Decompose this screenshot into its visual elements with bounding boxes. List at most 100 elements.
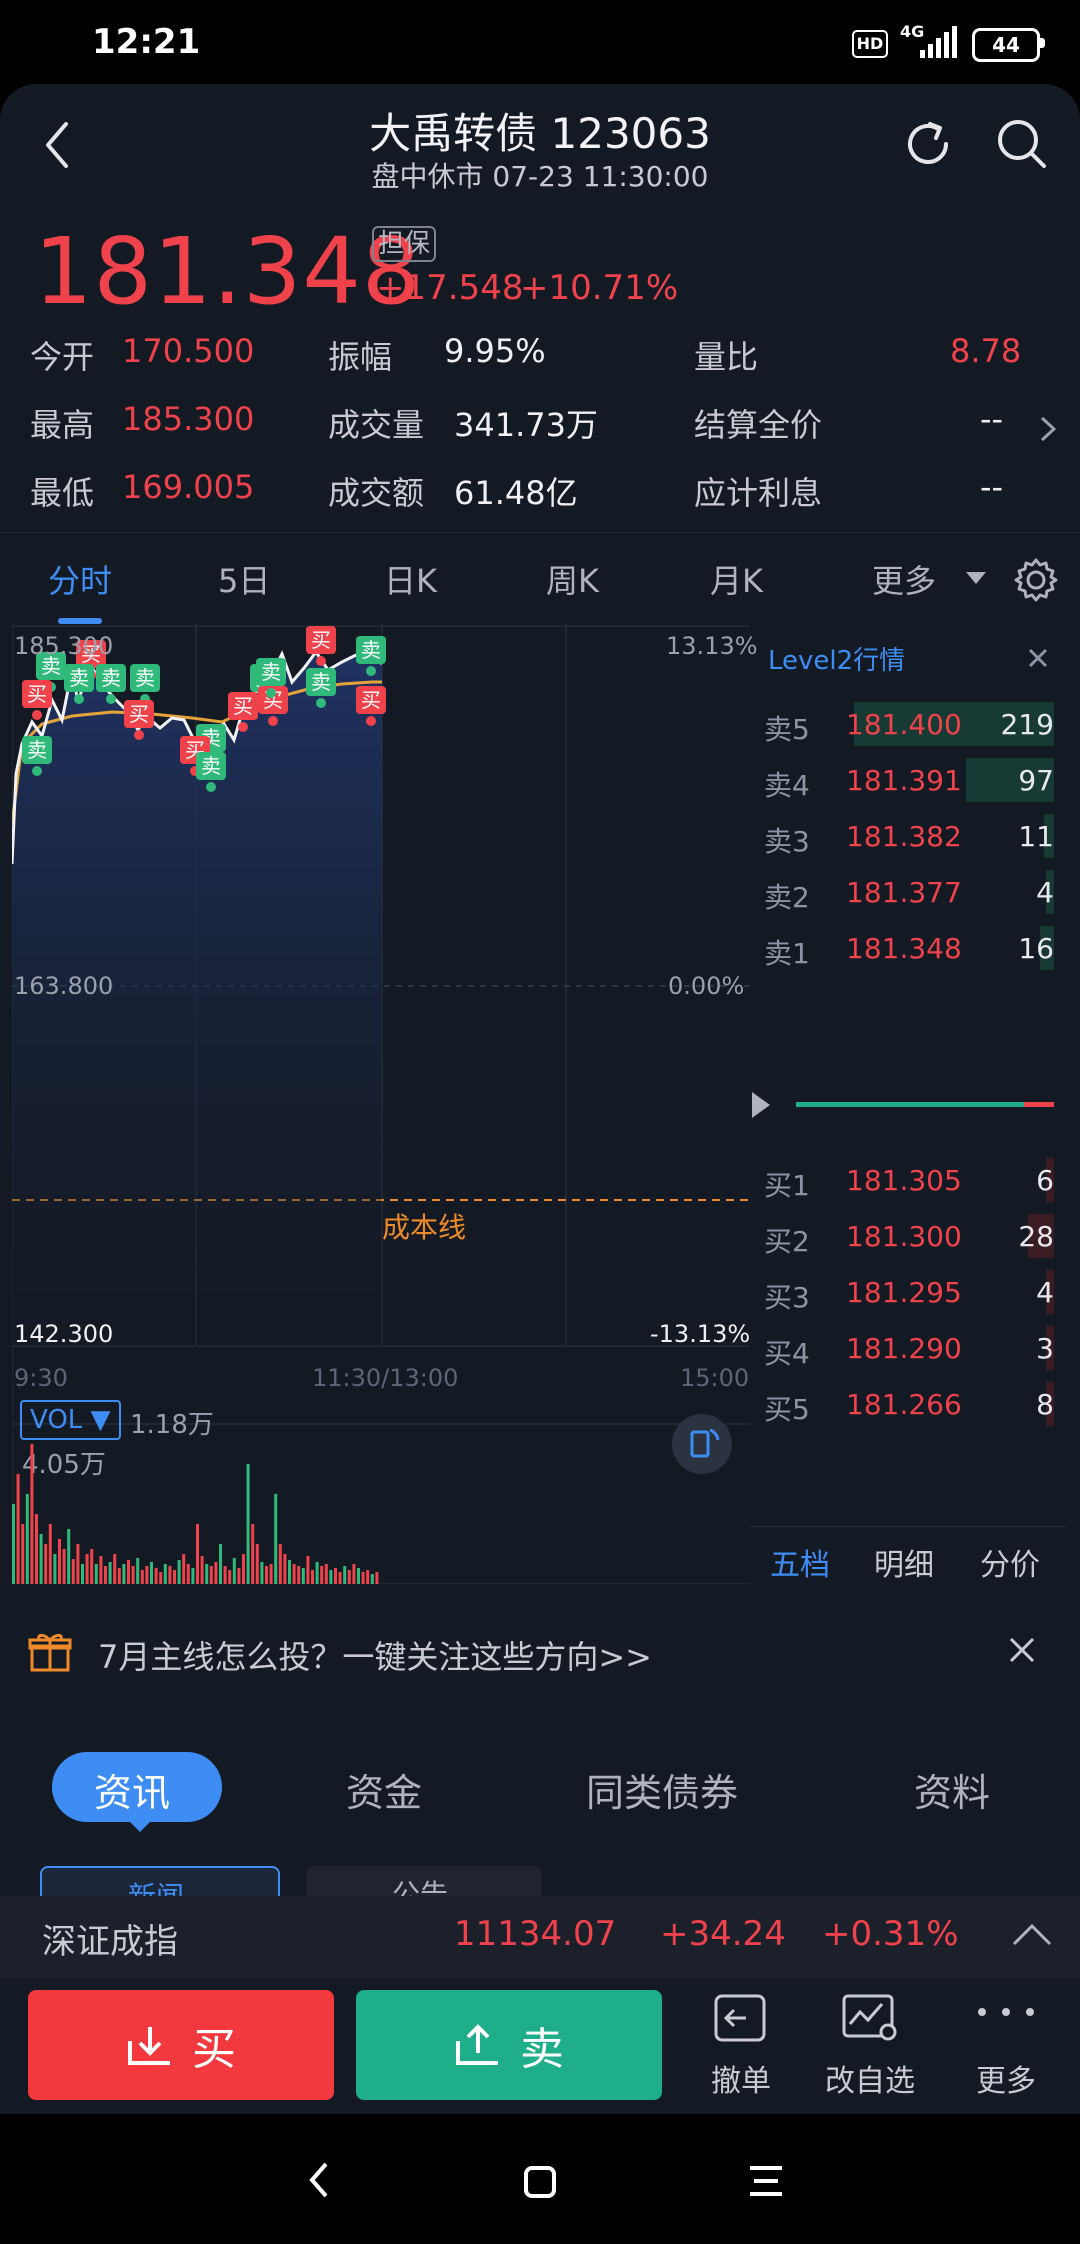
nav-home-icon[interactable] <box>522 2164 558 2200</box>
level-volume: 4 <box>1036 876 1054 909</box>
volume-bar <box>136 1558 140 1584</box>
volume-bar <box>186 1564 190 1584</box>
more-button[interactable]: 更多 <box>958 1990 1054 2106</box>
level-volume: 11 <box>1018 820 1054 853</box>
sell-marker: 卖 <box>130 664 160 692</box>
search-icon[interactable] <box>994 116 1050 172</box>
volume-bar <box>205 1564 209 1584</box>
volume-bar <box>338 1572 342 1584</box>
volume-bar <box>154 1568 158 1584</box>
chevron-up-icon[interactable] <box>1012 1922 1052 1946</box>
guarantee-badge: 担保 <box>372 226 437 262</box>
trade-dot <box>32 766 42 776</box>
tab-daily-k[interactable]: 日K <box>384 556 437 602</box>
level-price: 181.391 <box>846 764 962 797</box>
rotate-screen-icon[interactable] <box>672 1414 732 1474</box>
amplitude-value: 9.95% <box>444 332 546 370</box>
dropdown-icon[interactable] <box>964 570 988 586</box>
tab-5day[interactable]: 5日 <box>218 556 270 602</box>
tab-news[interactable]: 资讯 <box>94 1762 170 1817</box>
tab-funds[interactable]: 资金 <box>346 1762 422 1817</box>
level2-title: Level2行情 <box>768 646 906 676</box>
tab-monthly-k[interactable]: 月K <box>710 556 763 602</box>
tab-more[interactable]: 更多 <box>872 556 936 602</box>
volume-bar <box>191 1568 195 1584</box>
buy-button[interactable]: 买 <box>28 1990 334 2100</box>
volume-bar <box>12 1504 15 1584</box>
refresh-icon[interactable] <box>900 116 956 172</box>
volume-bar <box>334 1568 337 1584</box>
volume-bar <box>324 1564 328 1584</box>
volume-bar <box>255 1544 259 1584</box>
watchlist-label: 改自选 <box>825 2064 915 2099</box>
chevron-right-icon[interactable] <box>1038 414 1058 444</box>
subtab-news[interactable]: 新闻 <box>40 1866 280 1898</box>
tab-price-distribution[interactable]: 分价 <box>980 1540 1040 1584</box>
sell-marker: 卖 <box>196 752 226 780</box>
tab-five-levels[interactable]: 五档 <box>770 1540 830 1584</box>
back-icon[interactable] <box>42 120 72 170</box>
interest-value: -- <box>980 468 1004 506</box>
volume-bar <box>168 1566 172 1584</box>
level-price: 181.348 <box>846 932 962 965</box>
volume-bar <box>209 1566 213 1584</box>
volume-bar <box>269 1564 273 1584</box>
sell-button[interactable]: 卖 <box>356 1990 662 2100</box>
promo-close-icon[interactable] <box>1008 1636 1036 1664</box>
trade-dot <box>106 694 116 704</box>
cancel-order-button[interactable]: 撤单 <box>690 1990 792 2106</box>
sell-marker: 卖 <box>306 668 336 696</box>
y-axis-mid-price: 163.800 <box>14 972 114 1000</box>
volume-bar <box>131 1566 135 1584</box>
tab-weekly-k[interactable]: 周K <box>546 556 599 602</box>
volume-bar <box>370 1574 374 1584</box>
battery-tip <box>1040 38 1045 48</box>
subtab-announcements[interactable]: 公告 <box>306 1866 542 1896</box>
volume-bar <box>352 1564 356 1584</box>
nav-back-icon[interactable] <box>306 2160 330 2200</box>
volume-bar <box>39 1534 43 1584</box>
settings-icon[interactable] <box>1012 556 1060 604</box>
close-icon[interactable] <box>1026 646 1050 670</box>
turnover-label: 成交额 <box>328 474 425 512</box>
volume-bar <box>274 1494 278 1584</box>
nav-menu-icon[interactable] <box>748 2164 784 2198</box>
trade-dot <box>316 656 326 666</box>
volume-bar <box>182 1554 186 1584</box>
buy-marker: 买 <box>22 680 52 708</box>
battery-icon: 44 <box>972 28 1040 62</box>
tab-details[interactable]: 明细 <box>874 1540 934 1584</box>
tab-profile[interactable]: 资料 <box>914 1762 990 1817</box>
volume-bar <box>228 1570 232 1584</box>
sell-marker: 卖 <box>96 664 126 692</box>
level-price: 181.377 <box>846 876 962 909</box>
buy-icon <box>128 2027 170 2065</box>
cancel-order-icon <box>714 1994 766 2042</box>
promo-text[interactable]: 7月主线怎么投？一键关注这些方向>> <box>98 1632 652 1678</box>
level-price: 181.400 <box>846 708 962 741</box>
volume-bar <box>306 1556 310 1584</box>
level-volume: 4 <box>1036 1276 1054 1309</box>
volume-bar <box>301 1568 305 1584</box>
index-change: +34.24 <box>660 1914 786 1954</box>
subtab-announcements-label: 公告 <box>392 1880 448 1896</box>
tab-intraday[interactable]: 分时 <box>48 556 112 602</box>
hd-icon: HD <box>852 30 888 58</box>
y-axis-top-pct: 13.13% <box>666 632 758 660</box>
vol-ratio-value: 8.78 <box>950 332 1022 370</box>
buy-marker: 买 <box>228 692 258 720</box>
tab-similar-bonds[interactable]: 同类债券 <box>586 1762 738 1817</box>
volume-bar <box>200 1556 204 1584</box>
volume-bar <box>237 1568 241 1584</box>
volume-bar <box>58 1539 61 1584</box>
watchlist-button[interactable]: 改自选 <box>816 1990 924 2106</box>
volume-bar <box>25 1494 29 1584</box>
open-label: 今开 <box>30 338 95 376</box>
volume-bar <box>150 1562 153 1584</box>
volume-label: 成交量 <box>328 406 425 444</box>
expand-icon[interactable] <box>750 1090 774 1120</box>
volume-bar <box>67 1529 71 1584</box>
open-value: 170.500 <box>122 332 255 370</box>
ask-bid-label: 卖4 <box>764 769 810 802</box>
gift-icon <box>28 1633 72 1672</box>
